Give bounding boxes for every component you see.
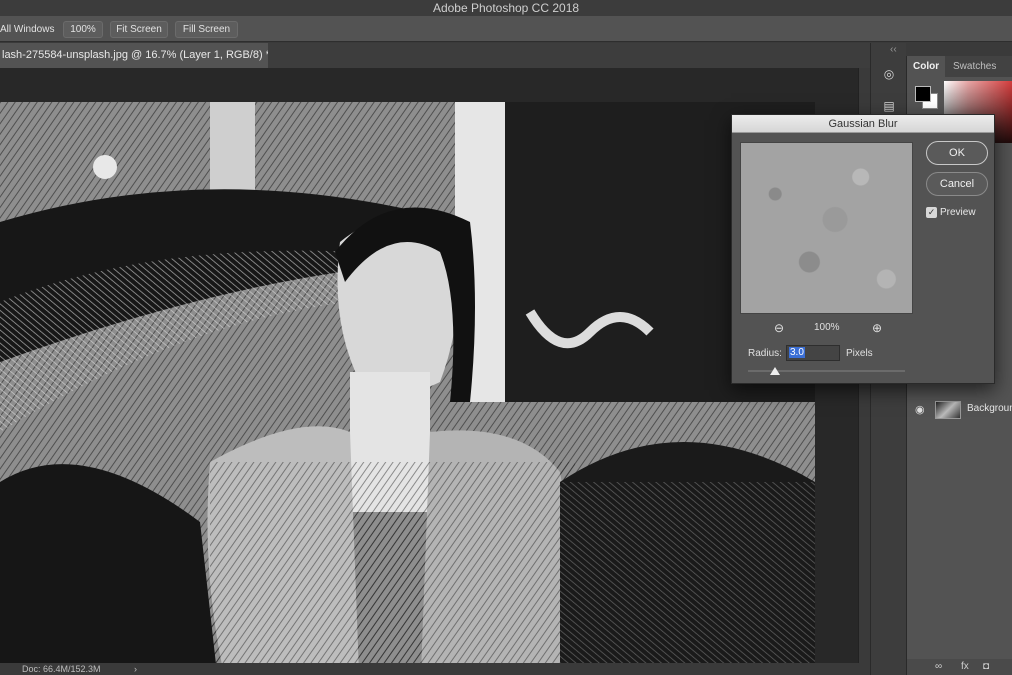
link-layers-icon[interactable]: ∞ — [935, 661, 942, 672]
zoom-in-icon[interactable]: ⊕ — [872, 321, 882, 335]
document-tab-bar: lash-275584-unsplash.jpg @ 16.7% (Layer … — [0, 43, 870, 68]
dialog-title[interactable]: Gaussian Blur — [732, 115, 994, 133]
radius-slider-knob[interactable] — [770, 367, 780, 375]
options-bar: All Windows 100% Fit Screen Fill Screen — [0, 16, 1012, 42]
properties-panel-icon[interactable]: ▤ — [879, 97, 899, 115]
radius-unit: Pixels — [846, 348, 873, 359]
all-windows-checkbox-label[interactable]: All Windows — [0, 21, 54, 38]
foreground-color-swatch[interactable] — [915, 86, 931, 102]
status-menu-arrow-icon[interactable]: › — [134, 663, 137, 675]
radius-input[interactable]: 3.0 — [786, 345, 840, 361]
preview-checkbox-row[interactable]: ✓ Preview — [926, 207, 976, 218]
panel-tab-bar: Color Swatches — [907, 56, 1012, 77]
status-bar: Doc: 66.4M/152.3M › — [0, 663, 870, 675]
radius-value: 3.0 — [789, 347, 805, 358]
preview-zoom-level: 100% — [814, 322, 840, 333]
document-tab[interactable]: lash-275584-unsplash.jpg @ 16.7% (Layer … — [0, 43, 268, 68]
radius-label: Radius: — [748, 348, 782, 359]
blur-preview-window[interactable] — [740, 142, 913, 314]
gaussian-blur-dialog: Gaussian Blur ⊖ 100% ⊕ Radius: 3.0 Pixel… — [731, 114, 995, 384]
zoom-100-button[interactable]: 100% — [63, 21, 103, 38]
layer-row-background[interactable]: ◉ Background — [907, 399, 1012, 421]
zoom-out-icon[interactable]: ⊖ — [774, 321, 784, 335]
tab-swatches[interactable]: Swatches — [947, 56, 1002, 77]
preview-checkbox[interactable]: ✓ — [926, 207, 937, 218]
fit-screen-button[interactable]: Fit Screen — [110, 21, 168, 38]
preview-label: Preview — [940, 207, 976, 219]
collapse-panels-icon[interactable]: ‹‹ — [890, 44, 897, 55]
cancel-button[interactable]: Cancel — [926, 172, 988, 196]
layer-name: Background — [967, 403, 1012, 414]
layers-panel-footer: ∞ fx ◘ — [907, 659, 1012, 675]
tab-color[interactable]: Color — [907, 56, 946, 77]
fill-screen-button[interactable]: Fill Screen — [175, 21, 238, 38]
preview-zoom-controls: ⊖ 100% ⊕ — [740, 321, 913, 335]
canvas-area[interactable] — [0, 68, 858, 675]
history-panel-icon[interactable]: ◎ — [879, 65, 899, 83]
ok-button[interactable]: OK — [926, 141, 988, 165]
artwork-image — [0, 102, 815, 675]
doc-size-info[interactable]: Doc: 66.4M/152.3M — [22, 663, 101, 675]
fx-icon[interactable]: fx — [961, 661, 969, 672]
layer-thumbnail — [935, 401, 961, 419]
window-title: Adobe Photoshop CC 2018 — [0, 0, 1012, 16]
layer-mask-icon[interactable]: ◘ — [983, 661, 989, 672]
radius-slider[interactable] — [748, 367, 905, 375]
visibility-eye-icon[interactable]: ◉ — [915, 403, 925, 416]
